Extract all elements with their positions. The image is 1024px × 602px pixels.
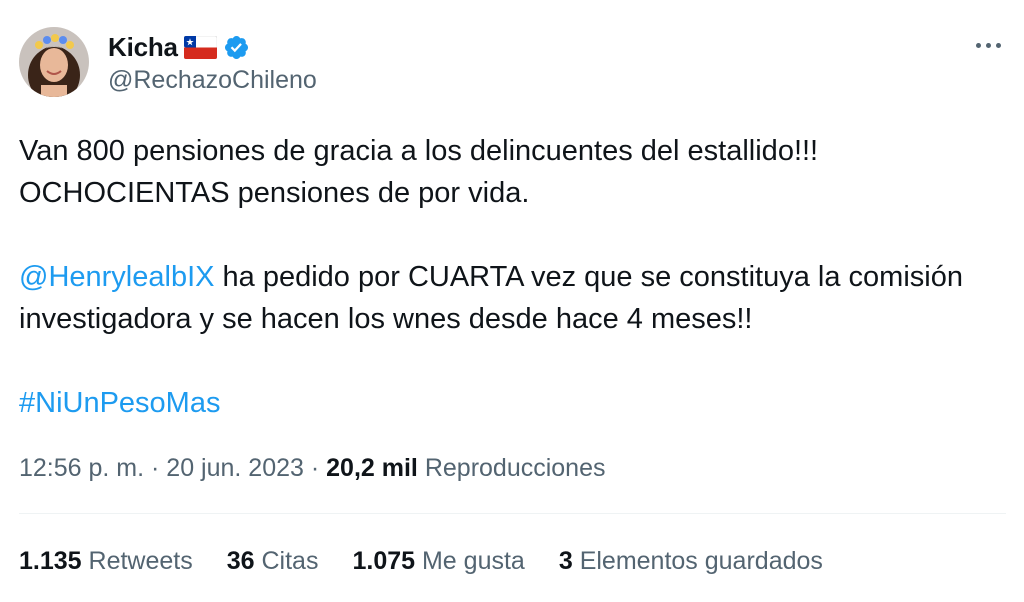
author-handle[interactable]: @RechazoChileno xyxy=(108,66,317,95)
tweet-text-line: @HenrylealbIX ha pedido por CUARTA vez q… xyxy=(19,256,1009,298)
retweets-stat[interactable]: 1.135 Retweets xyxy=(19,543,193,579)
more-horizontal-icon xyxy=(975,42,981,48)
stat-label: Me gusta xyxy=(421,547,525,575)
more-options-button[interactable] xyxy=(968,30,1008,60)
tweet-time[interactable]: 12:56 p. m. xyxy=(19,454,144,482)
meta-separator: · xyxy=(303,454,327,482)
tweet-meta: 12:56 p. m. · 20 jun. 2023 · 20,2 mil Re… xyxy=(19,450,606,486)
tweet-text-line: Van 800 pensiones de gracia a los delinc… xyxy=(19,135,819,167)
quotes-stat[interactable]: 36 Citas xyxy=(227,543,319,579)
tweet-text-line: OCHOCIENTAS pensiones de por vida. xyxy=(19,177,530,209)
tweet-text-line: investigadora y se hacen los wnes desde … xyxy=(19,303,753,335)
hashtag-link[interactable]: #NiUnPesoMas xyxy=(19,387,220,419)
tweet-text-segment: ha pedido por CUARTA vez que se constitu… xyxy=(214,261,963,293)
avatar-image xyxy=(19,27,89,97)
stat-count: 1.135 xyxy=(19,547,82,575)
author-display-name[interactable]: Kicha xyxy=(108,32,178,63)
stat-count: 1.075 xyxy=(352,547,416,575)
views-count: 20,2 mil xyxy=(326,454,418,482)
stat-label: Retweets xyxy=(88,547,193,575)
divider xyxy=(19,513,1006,514)
stat-count: 3 xyxy=(558,547,573,575)
tweet-text: Van 800 pensiones de gracia a los delinc… xyxy=(19,130,1009,424)
more-horizontal-icon-dot xyxy=(985,42,991,48)
more-horizontal-icon-dot xyxy=(995,42,1001,48)
tweet-text-line: #NiUnPesoMas xyxy=(19,382,1009,424)
engagement-stats: 1.135 Retweets 36 Citas 1.075 Me gusta 3… xyxy=(19,543,857,579)
tweet-date[interactable]: 20 jun. 2023 xyxy=(166,454,304,482)
avatar[interactable] xyxy=(19,27,89,97)
likes-stat[interactable]: 1.075 Me gusta xyxy=(352,543,524,579)
stat-label: Elementos guardados xyxy=(579,547,823,575)
meta-separator: · xyxy=(144,454,167,482)
stat-label: Citas xyxy=(261,547,319,575)
views-label: Reproducciones xyxy=(424,454,606,482)
stat-count: 36 xyxy=(226,547,255,575)
verified-badge-icon[interactable] xyxy=(223,34,250,61)
tweet-card: Kicha @RechazoChileno Van 800 pensiones … xyxy=(0,0,1024,602)
mention-link[interactable]: @HenrylealbIX xyxy=(19,261,214,293)
chile-flag-icon xyxy=(183,35,217,59)
author-name-row[interactable]: Kicha xyxy=(108,30,250,64)
bookmarks-stat[interactable]: 3 Elementos guardados xyxy=(559,543,823,579)
